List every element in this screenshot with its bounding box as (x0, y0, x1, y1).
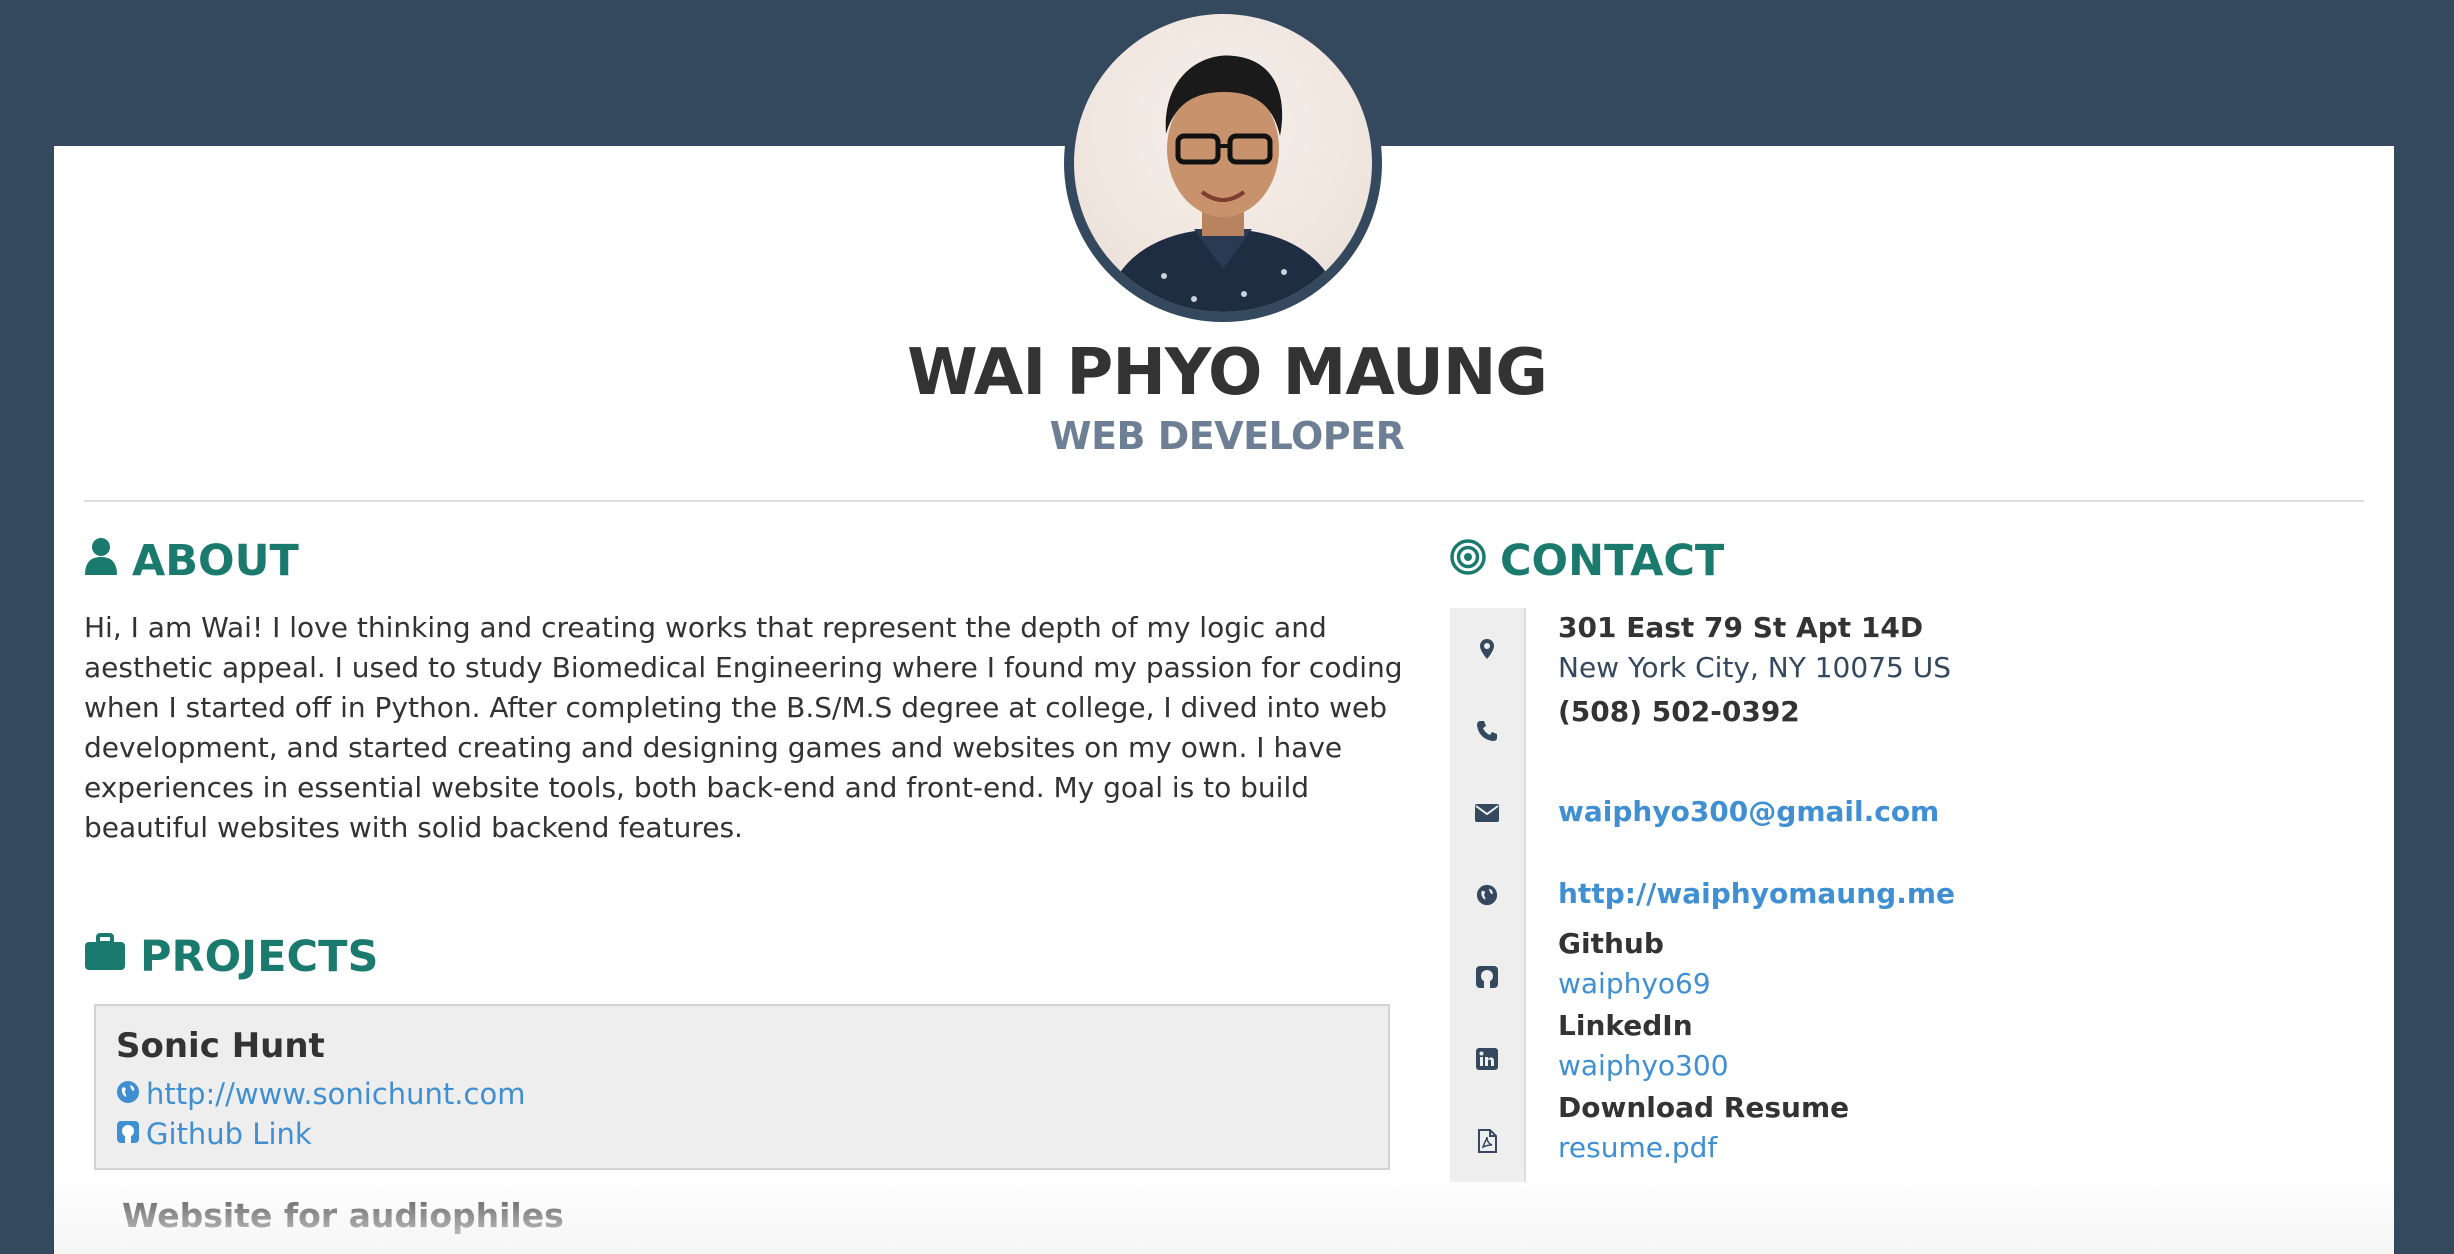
contact-address: 301 East 79 St Apt 14D New York City, NY… (1450, 608, 2350, 690)
project-card: Sonic Hunt http://www.sonichunt.com Gith… (94, 1004, 1390, 1170)
projects-heading: PROJECTS (84, 932, 378, 982)
address-line-2: New York City, NY 10075 US (1558, 651, 1951, 684)
profile-role: WEB DEVELOPER (1049, 414, 1405, 458)
linkedin-icon (1450, 1018, 1526, 1100)
project-github-label[interactable]: Github Link (146, 1114, 312, 1154)
project-title: Sonic Hunt (116, 1026, 325, 1066)
envelope-icon (1450, 772, 1526, 854)
profile-avatar (1064, 4, 1382, 322)
project-url[interactable]: http://www.sonichunt.com (146, 1074, 525, 1114)
briefcase-icon (84, 932, 126, 982)
resume-link[interactable]: resume.pdf (1558, 1128, 1849, 1168)
about-heading-label: ABOUT (132, 536, 299, 586)
github-user-link[interactable]: waiphyo69 (1558, 964, 1711, 1004)
map-marker-icon (1450, 608, 1526, 690)
resume-label: Download Resume (1558, 1091, 1850, 1124)
linkedin-label: LinkedIn (1558, 1009, 1693, 1042)
address-line-1: 301 East 79 St Apt 14D (1558, 611, 1924, 644)
about-heading: ABOUT (84, 536, 299, 586)
github-label: Github (1558, 927, 1664, 960)
linkedin-user-link[interactable]: waiphyo300 (1558, 1046, 1729, 1086)
pdf-file-icon (1450, 1100, 1526, 1182)
about-text: Hi, I am Wai! I love thinking and creati… (84, 611, 1403, 844)
header-divider (84, 500, 2364, 502)
contact-resume: Download Resume resume.pdf (1450, 1091, 2350, 1182)
globe-icon (116, 1074, 140, 1114)
contact-email: waiphyo300@gmail.com (1450, 772, 2350, 854)
contact-phone: (508) 502-0392 (1450, 690, 2350, 772)
contact-heading: CONTACT (1450, 536, 1724, 586)
website-link[interactable]: http://waiphyomaung.me (1558, 874, 1955, 914)
user-icon (84, 536, 118, 586)
project-title-2: Website for audiophiles (122, 1196, 564, 1235)
email-link[interactable]: waiphyo300@gmail.com (1558, 792, 1939, 832)
github-icon (1450, 936, 1526, 1018)
globe-icon (1450, 854, 1526, 936)
project-github-link[interactable]: Github Link (116, 1114, 1368, 1154)
contact-heading-label: CONTACT (1500, 536, 1725, 586)
profile-photo (1104, 55, 1342, 312)
github-icon (116, 1114, 140, 1154)
phone-icon (1450, 690, 1526, 772)
projects-heading-label: PROJECTS (140, 932, 379, 982)
bullseye-icon (1450, 536, 1486, 586)
profile-name: WAI PHYO MAUNG (907, 336, 1548, 410)
phone-number: (508) 502-0392 (1558, 695, 1800, 728)
project-website-link[interactable]: http://www.sonichunt.com (116, 1074, 1368, 1114)
